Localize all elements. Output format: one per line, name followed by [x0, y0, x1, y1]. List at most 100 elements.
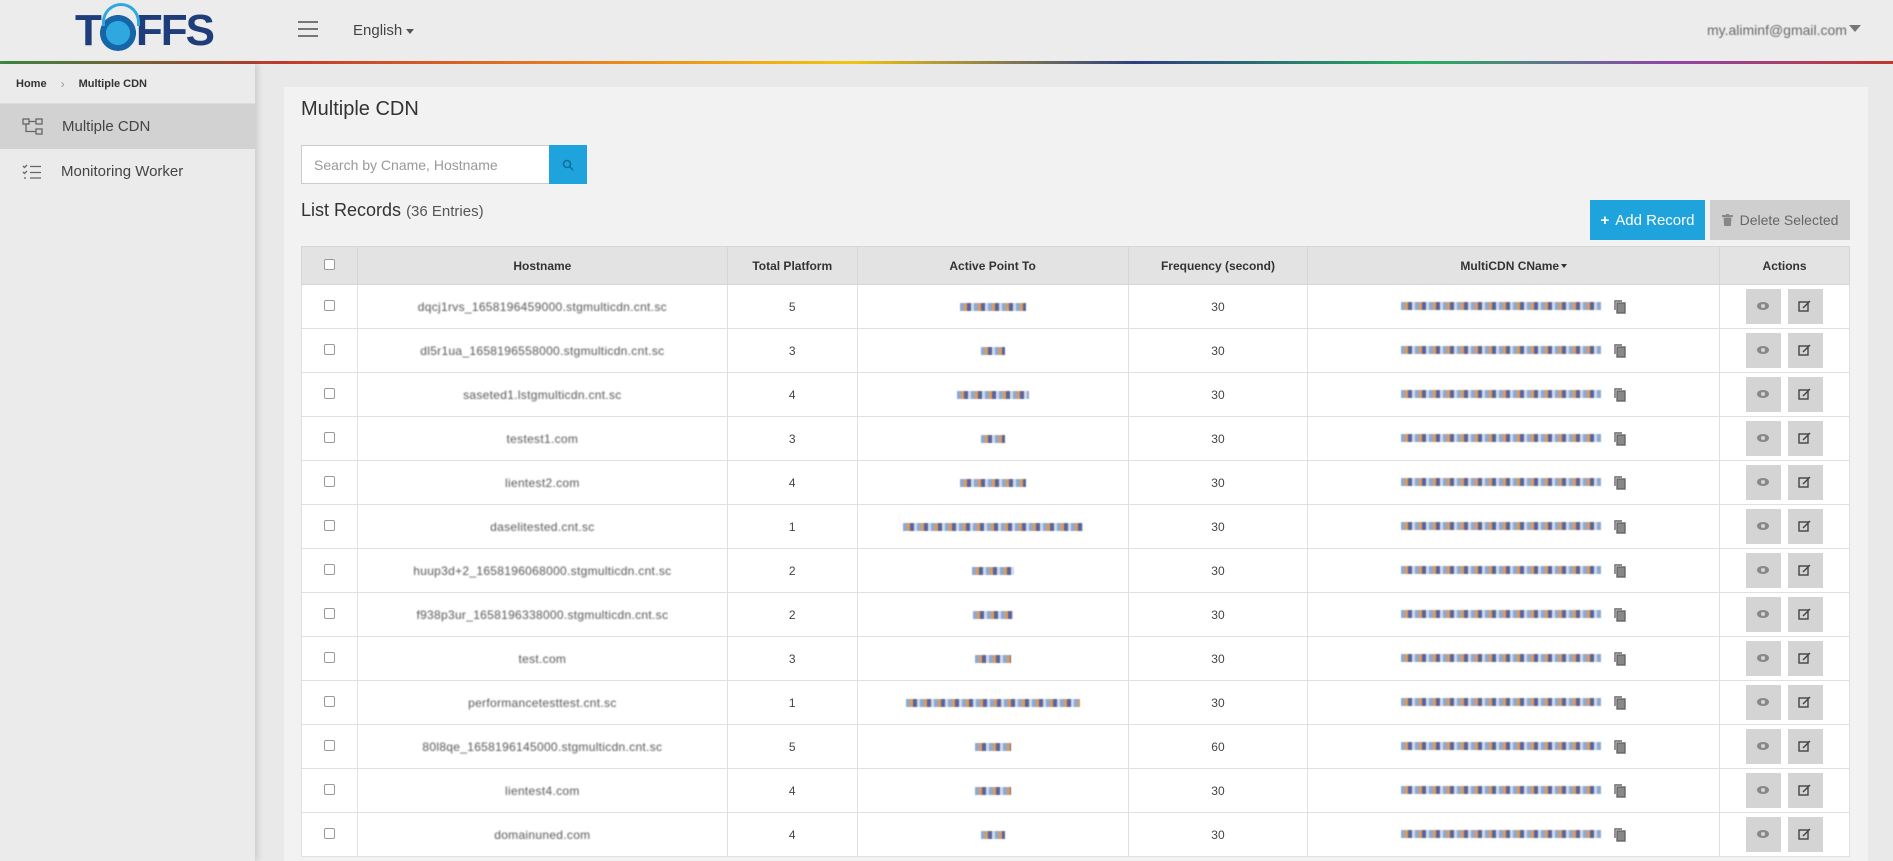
breadcrumb: Home › Multiple CDN — [0, 64, 255, 104]
toffs-logo[interactable]: T FFS — [75, 3, 215, 56]
copy-icon[interactable] — [1614, 652, 1627, 666]
row-checkbox[interactable] — [323, 739, 335, 751]
view-button[interactable] — [1745, 509, 1781, 544]
view-button[interactable] — [1745, 729, 1781, 764]
sidebar-item-monitoring-worker[interactable]: Monitoring Worker — [0, 149, 255, 194]
row-select-cell — [301, 372, 358, 417]
row-checkbox[interactable] — [323, 387, 335, 399]
view-button[interactable] — [1745, 773, 1781, 808]
copy-icon[interactable] — [1614, 784, 1627, 798]
user-menu-caret-icon[interactable] — [1849, 25, 1861, 32]
edit-button[interactable] — [1788, 729, 1824, 764]
select-all-checkbox[interactable] — [323, 258, 335, 270]
edit-button[interactable] — [1788, 377, 1824, 412]
edit-button[interactable] — [1788, 509, 1824, 544]
search-input[interactable] — [301, 145, 550, 184]
sidebar-item-multiple-cdn[interactable]: Multiple CDN — [0, 104, 255, 149]
edit-button[interactable] — [1788, 641, 1824, 676]
row-checkbox[interactable] — [323, 475, 335, 487]
active-point-to-cell — [856, 812, 1129, 857]
view-button[interactable] — [1745, 641, 1781, 676]
copy-icon[interactable] — [1614, 740, 1627, 754]
menu-toggle-icon[interactable] — [298, 21, 318, 38]
row-select-cell — [301, 812, 358, 857]
delete-selected-button[interactable]: Delete Selected — [1710, 200, 1850, 240]
total-platform-cell: 3 — [726, 416, 858, 461]
add-record-button[interactable]: + Add Record — [1590, 200, 1705, 240]
edit-icon — [1798, 652, 1811, 664]
cname-redacted — [1401, 786, 1602, 795]
row-checkbox[interactable] — [323, 695, 335, 707]
row-select-cell — [301, 460, 358, 505]
header-total-platform[interactable]: Total Platform — [726, 246, 858, 285]
table-row: testest1.com 3 30 — [301, 416, 1850, 461]
copy-icon[interactable] — [1614, 608, 1627, 622]
hostname-value: huup3d+2_1658196068000.stgmulticdn.cnt.s… — [413, 563, 672, 578]
multicdn-cname-cell — [1307, 416, 1721, 461]
row-checkbox[interactable] — [323, 431, 335, 443]
row-checkbox[interactable] — [323, 783, 335, 795]
edit-button[interactable] — [1788, 421, 1824, 456]
edit-button[interactable] — [1788, 773, 1824, 808]
copy-icon[interactable] — [1614, 388, 1627, 402]
search-button[interactable] — [549, 145, 587, 184]
row-checkbox[interactable] — [323, 827, 335, 839]
view-button[interactable] — [1745, 685, 1781, 720]
actions-cell — [1719, 328, 1850, 373]
active-point-to-redacted — [974, 654, 1011, 663]
active-point-to-cell — [856, 284, 1129, 329]
plus-icon: + — [1600, 211, 1610, 229]
actions-cell — [1719, 460, 1850, 505]
breadcrumb-home[interactable]: Home — [16, 78, 47, 90]
row-checkbox[interactable] — [323, 563, 335, 575]
view-button[interactable] — [1745, 377, 1781, 412]
header-hostname[interactable]: Hostname — [356, 246, 728, 285]
total-platform-cell: 2 — [726, 592, 858, 637]
hostname-value: lientest4.com — [505, 783, 580, 798]
multicdn-cname-cell — [1307, 812, 1721, 857]
view-button[interactable] — [1745, 597, 1781, 632]
row-checkbox[interactable] — [323, 519, 335, 531]
view-button[interactable] — [1745, 817, 1781, 852]
row-checkbox[interactable] — [323, 343, 335, 355]
edit-button[interactable] — [1788, 817, 1824, 852]
copy-icon[interactable] — [1614, 696, 1627, 710]
edit-icon — [1798, 388, 1811, 400]
copy-icon[interactable] — [1614, 564, 1627, 578]
row-checkbox[interactable] — [323, 651, 335, 663]
eye-icon — [1756, 566, 1769, 574]
eye-icon — [1756, 786, 1769, 794]
copy-icon[interactable] — [1614, 300, 1627, 314]
table-row: lientest4.com 4 30 — [301, 768, 1850, 813]
language-dropdown[interactable]: English — [353, 22, 414, 39]
hostname-value: dqcj1rvs_1658196459000.stgmulticdn.cnt.s… — [417, 299, 667, 314]
view-button[interactable] — [1745, 333, 1781, 368]
copy-icon[interactable] — [1614, 432, 1627, 446]
active-point-to-redacted — [980, 346, 1005, 355]
header-frequency[interactable]: Frequency (second) — [1127, 246, 1309, 285]
view-button[interactable] — [1745, 421, 1781, 456]
edit-icon — [1798, 828, 1811, 840]
header-active-point-to[interactable]: Active Point To — [856, 246, 1129, 285]
copy-icon[interactable] — [1614, 344, 1627, 358]
multicdn-cname-cell — [1307, 460, 1721, 505]
header-multicdn-cname[interactable]: MultiCDN CName — [1307, 246, 1721, 285]
view-button[interactable] — [1745, 465, 1781, 500]
edit-button[interactable] — [1788, 289, 1824, 324]
edit-button[interactable] — [1788, 553, 1824, 588]
edit-button[interactable] — [1788, 333, 1824, 368]
copy-icon[interactable] — [1614, 476, 1627, 490]
copy-icon[interactable] — [1614, 520, 1627, 534]
cname-redacted — [1401, 522, 1602, 531]
edit-button[interactable] — [1788, 597, 1824, 632]
edit-button[interactable] — [1788, 685, 1824, 720]
edit-icon — [1798, 476, 1811, 488]
total-platform-cell: 4 — [726, 460, 858, 505]
copy-icon[interactable] — [1614, 828, 1627, 842]
user-email[interactable]: my.aliminf@gmail.com — [1707, 22, 1847, 38]
row-checkbox[interactable] — [323, 299, 335, 311]
edit-button[interactable] — [1788, 465, 1824, 500]
view-button[interactable] — [1745, 289, 1781, 324]
view-button[interactable] — [1745, 553, 1781, 588]
row-checkbox[interactable] — [323, 607, 335, 619]
